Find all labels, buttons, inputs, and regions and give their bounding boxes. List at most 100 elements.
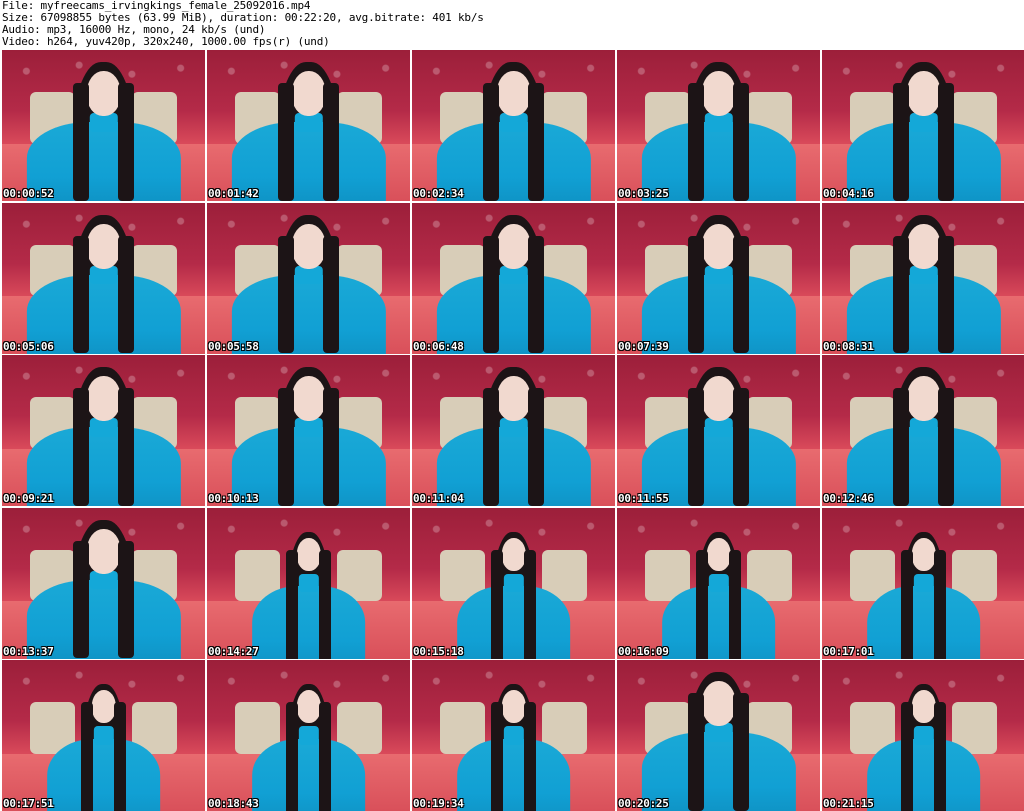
thumbnail-timestamp: 00:16:09 [618, 644, 669, 658]
face [91, 690, 116, 724]
thumbnail-timestamp: 00:06:48 [413, 339, 464, 353]
thumbnail-timestamp: 00:11:55 [618, 492, 669, 505]
video-thumbnail: 00:11:04 [412, 355, 615, 506]
thumbnail-timestamp: 00:03:25 [618, 187, 669, 200]
video-thumbnail: 00:20:25 [617, 660, 820, 811]
video-thumbnail: 00:03:25 [617, 50, 820, 201]
thumbnail-timestamp: 00:17:51 [3, 797, 54, 810]
hair-strand-right [527, 83, 544, 201]
turtleneck-collar [298, 573, 319, 593]
file-info-header: File: myfreecams_irvingkings_female_2509… [2, 0, 1022, 50]
video-thumbnail: 00:09:21 [2, 355, 205, 506]
hair-strand-left [901, 549, 914, 659]
hair-strand-left [893, 235, 910, 354]
hair-strand-left [483, 83, 500, 201]
hair-strand-left [688, 235, 705, 354]
video-thumbnail: 00:06:48 [412, 202, 615, 354]
turtleneck-collar [298, 726, 319, 745]
face [706, 537, 731, 571]
thumbnail-timestamp: 00:10:13 [208, 492, 259, 505]
thumbnail-timestamp: 00:12:46 [823, 492, 874, 505]
thumbnail-timestamp: 00:21:15 [823, 797, 874, 810]
hair-strand-left [688, 693, 705, 811]
hair-strand-right [527, 388, 544, 506]
video-thumbnail: 00:00:52 [2, 50, 205, 201]
hair-strand-right [117, 235, 134, 354]
hair-strand-right [933, 549, 946, 659]
face [701, 681, 736, 727]
hair-strand-left [893, 388, 910, 506]
thumbnail-timestamp: 00:09:21 [3, 492, 54, 505]
face [291, 376, 326, 422]
hair-strand-left [483, 235, 500, 354]
hair-strand-right [318, 549, 331, 659]
video-thumbnail: 00:17:01 [822, 507, 1024, 659]
video-thumbnail: 00:13:37 [2, 507, 205, 659]
thumbnail-timestamp: 00:08:31 [823, 339, 874, 353]
hair-strand-left [893, 83, 910, 201]
hair-strand-left [73, 235, 90, 354]
hair-strand-left [688, 388, 705, 506]
hair-strand-left [491, 702, 504, 811]
video-thumbnail: 00:08:31 [822, 202, 1024, 354]
hair-strand-right [728, 549, 741, 659]
turtleneck-sweater [251, 738, 366, 811]
video-thumbnail: 00:05:58 [207, 202, 410, 354]
hair-strand-left [483, 388, 500, 506]
thumbnail-timestamp: 00:13:37 [3, 644, 54, 658]
face [86, 376, 121, 422]
turtleneck-collar [93, 726, 114, 745]
face [291, 223, 326, 269]
hair-strand-right [117, 83, 134, 201]
thumbnail-timestamp: 00:19:34 [413, 797, 464, 810]
hair-strand-right [732, 235, 749, 354]
hair-strand-right [523, 549, 536, 659]
face [86, 223, 121, 269]
face [86, 528, 121, 574]
video-thumbnail: 00:17:51 [2, 660, 205, 811]
thumbnail-timestamp: 00:00:52 [3, 187, 54, 200]
video-thumbnail: 00:16:09 [617, 507, 820, 659]
thumbnail-timestamp: 00:15:18 [413, 644, 464, 658]
hair-strand-right [117, 540, 134, 659]
thumbnail-timestamp: 00:07:39 [618, 339, 669, 353]
hair-strand-left [278, 235, 295, 354]
turtleneck-sweater [866, 586, 981, 659]
turtleneck-sweater [456, 586, 571, 659]
hair-strand-right [937, 235, 954, 354]
hair-strand-right [318, 702, 331, 811]
video-thumbnail: 00:14:27 [207, 507, 410, 659]
hair-strand-left [491, 549, 504, 659]
hair-strand-right [937, 83, 954, 201]
thumbnail-timestamp: 00:17:01 [823, 644, 874, 658]
face [701, 71, 736, 117]
hair-strand-right [322, 83, 339, 201]
face [496, 71, 531, 117]
hair-strand-right [523, 702, 536, 811]
hair-strand-right [322, 388, 339, 506]
thumbnail-timestamp: 00:05:58 [208, 339, 259, 353]
face [906, 223, 941, 269]
face [501, 690, 526, 724]
hair-strand-left [73, 388, 90, 506]
thumbnail-timestamp: 00:14:27 [208, 644, 259, 658]
hair-strand-right [527, 235, 544, 354]
face [496, 223, 531, 269]
face [701, 223, 736, 269]
video-thumbnail: 00:15:18 [412, 507, 615, 659]
video-thumbnail: 00:04:16 [822, 50, 1024, 201]
turtleneck-collar [503, 573, 524, 593]
hair-strand-left [901, 702, 914, 811]
turtleneck-sweater [661, 586, 776, 659]
hair-strand-left [286, 549, 299, 659]
hair-strand-right [732, 388, 749, 506]
thumbnail-timestamp: 00:01:42 [208, 187, 259, 200]
video-thumbnail: 00:18:43 [207, 660, 410, 811]
hair-strand-left [81, 702, 94, 811]
hair-strand-right [117, 388, 134, 506]
hair-strand-right [113, 702, 126, 811]
thumbnail-timestamp: 00:20:25 [618, 797, 669, 810]
hair-strand-left [286, 702, 299, 811]
face [501, 537, 526, 571]
video-thumbnail: 00:12:46 [822, 355, 1024, 506]
